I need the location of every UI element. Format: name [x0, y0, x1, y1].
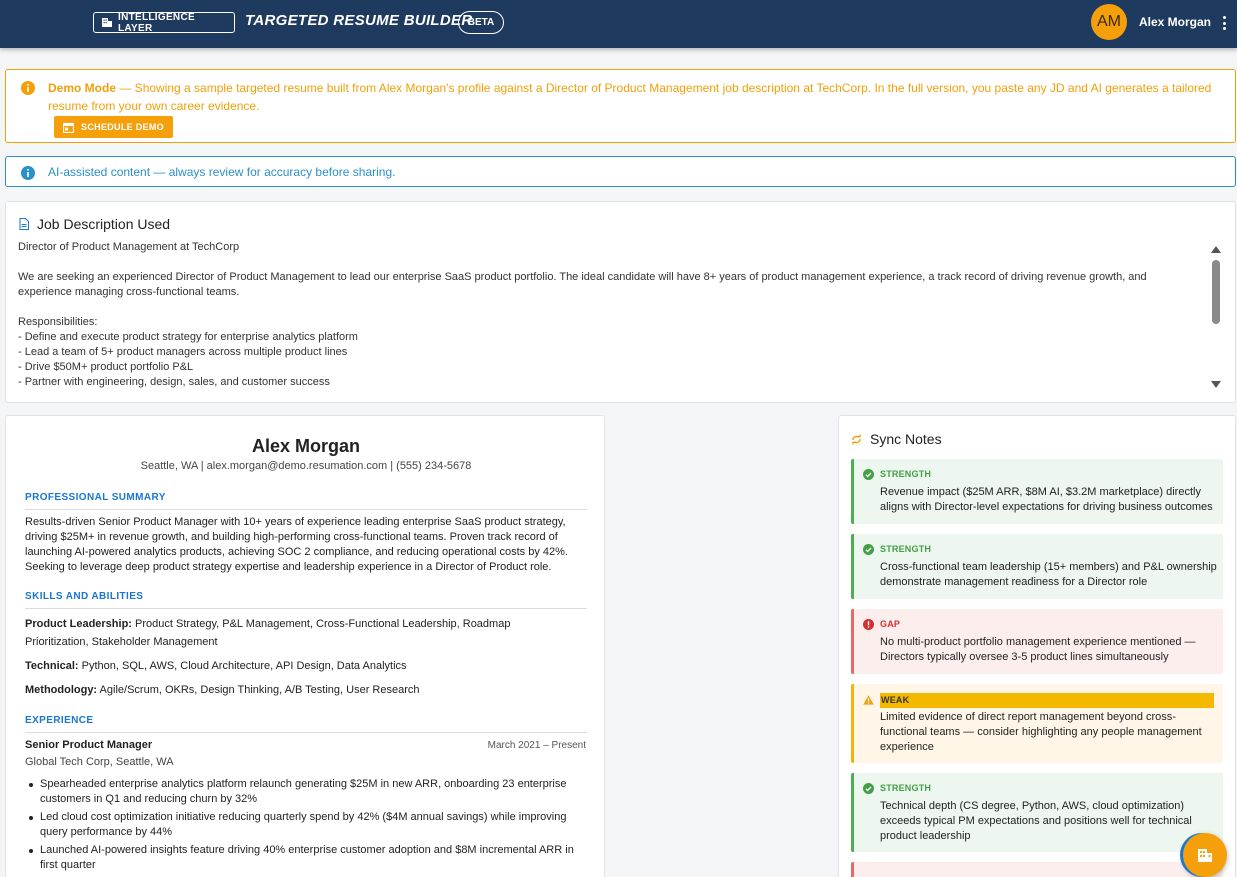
sync-notes-title: Sync Notes — [851, 431, 942, 447]
job-bullet: Led cloud cost optimization initiative r… — [25, 810, 575, 840]
sync-notes-title-text: Sync Notes — [870, 431, 942, 447]
user-name[interactable]: Alex Morgan — [1139, 15, 1211, 29]
job-description-text[interactable]: Director of Product Management at TechCo… — [18, 240, 1203, 390]
ai-assisted-message: AI-assisted content — always review for … — [48, 165, 396, 179]
job-company: Global Tech Corp, Seattle, WA — [25, 756, 174, 768]
sync-note-strength: STRENGTH Cross-functional team leadershi… — [851, 534, 1223, 599]
job-bullet: Launched AI-powered insights feature dri… — [25, 843, 575, 873]
building-icon — [1198, 849, 1212, 862]
skill-row: Technical: Python, SQL, AWS, Cloud Archi… — [25, 657, 570, 675]
section-heading-summary: PROFESSIONAL SUMMARY — [25, 492, 587, 510]
job-bullet-list: Spearheaded enterprise analytics platfor… — [25, 777, 575, 876]
resume-name: Alex Morgan — [251, 436, 361, 456]
sync-note-strength: STRENGTH Revenue impact ($25M ARR, $8M A… — [851, 459, 1223, 524]
check-circle-icon — [863, 469, 874, 480]
jd-responsibility: - Lead a team of 5+ product managers acr… — [18, 346, 348, 358]
info-icon — [21, 81, 35, 95]
jd-responsibilities-label: Responsibilities: — [18, 316, 98, 328]
note-type-label: STRENGTH — [880, 783, 932, 793]
app-title: TARGETED RESUME BUILDER — [245, 12, 473, 29]
intelligence-layer-chip[interactable]: INTELLIGENCE LAYER — [93, 11, 235, 34]
jd-responsibility: - Partner with engineering, design, sale… — [18, 376, 330, 388]
scrollbar-thumb[interactable] — [1212, 260, 1220, 324]
note-type-label: STRENGTH — [880, 469, 932, 479]
jd-responsibility: - Drive $50M+ product portfolio P&L — [18, 361, 194, 373]
demo-mode-body: — Showing a sample targeted resume built… — [48, 81, 1212, 113]
sync-notes-panel: Sync Notes STRENGTH Revenue impact ($25M… — [838, 415, 1236, 877]
job-title: Senior Product Manager — [25, 739, 153, 751]
error-circle-icon — [863, 619, 874, 630]
ai-assisted-banner: AI-assisted content — always review for … — [5, 156, 1236, 187]
skill-row: Methodology: Agile/Scrum, OKRs, Design T… — [25, 681, 570, 699]
building-icon — [102, 18, 112, 27]
job-description-title: Job Description Used — [19, 216, 170, 232]
floating-action-button[interactable] — [1183, 833, 1227, 877]
skill-label: Methodology: — [25, 684, 98, 696]
beta-badge: BETA — [458, 11, 504, 34]
schedule-demo-button[interactable]: SCHEDULE DEMO — [54, 116, 173, 138]
sync-icon — [852, 434, 861, 444]
note-type-label: GAP — [880, 619, 901, 629]
info-icon — [21, 166, 35, 180]
sync-note-gap: GAP No multi-product portfolio managemen… — [851, 609, 1223, 674]
summary-text: Results-driven Senior Product Manager wi… — [25, 516, 568, 573]
demo-mode-message: Demo Mode — Showing a sample targeted re… — [48, 79, 1218, 115]
skill-label: Product Leadership: — [25, 618, 132, 630]
job-description-card: Job Description Used Director of Product… — [5, 201, 1236, 403]
scroll-up-arrow-icon[interactable] — [1211, 246, 1221, 253]
schedule-demo-label: SCHEDULE DEMO — [81, 122, 164, 132]
skill-row: Product Leadership: Product Strategy, P&… — [25, 615, 570, 651]
note-text: No multi-product portfolio management ex… — [880, 636, 1196, 663]
more-options-icon[interactable] — [1219, 14, 1229, 32]
job-bullet: Spearheaded enterprise analytics platfor… — [25, 777, 575, 807]
demo-mode-banner: Demo Mode — Showing a sample targeted re… — [5, 69, 1236, 143]
note-text: Revenue impact ($25M ARR, $8M AI, $3.2M … — [880, 486, 1213, 513]
note-text: Technical depth (CS degree, Python, AWS,… — [880, 800, 1192, 842]
sync-note-strength: STRENGTH Technical depth (CS degree, Pyt… — [851, 773, 1223, 852]
note-text: Cross-functional team leadership (15+ me… — [880, 561, 1217, 588]
note-type-label: STRENGTH — [880, 544, 932, 554]
skill-label: Technical: — [25, 660, 79, 672]
note-type-label: WEAK — [880, 693, 1214, 708]
sync-note-gap — [851, 862, 1223, 877]
sync-note-weak: WEAK Limited evidence of direct report m… — [851, 684, 1223, 763]
note-text: Limited evidence of direct report manage… — [880, 711, 1202, 753]
check-circle-icon — [863, 544, 874, 555]
resume-contact: Seattle, WA | alex.morgan@demo.resumatio… — [140, 460, 472, 472]
job-dates: March 2021 – Present — [487, 740, 586, 751]
demo-mode-title: Demo Mode — [48, 81, 117, 95]
jd-heading-line: Director of Product Management at TechCo… — [18, 241, 240, 253]
avatar[interactable]: AM — [1091, 4, 1127, 40]
jd-scrollbar[interactable] — [1209, 244, 1223, 390]
skill-value: Agile/Scrum, OKRs, Design Thinking, A/B … — [97, 684, 420, 696]
warning-icon — [863, 695, 874, 705]
section-heading-experience: EXPERIENCE — [25, 715, 587, 733]
calendar-icon — [63, 122, 75, 133]
resume-preview: Alex Morgan Seattle, WA | alex.morgan@de… — [5, 415, 605, 877]
section-heading-skills: SKILLS AND ABILITIES — [25, 591, 587, 609]
jd-responsibility: - Define and execute product strategy fo… — [18, 331, 358, 343]
check-circle-icon — [863, 783, 874, 794]
jd-intro: We are seeking an experienced Director o… — [18, 271, 1147, 298]
top-app-bar: INTELLIGENCE LAYER TARGETED RESUME BUILD… — [0, 0, 1237, 48]
skill-value: Python, SQL, AWS, Cloud Architecture, AP… — [78, 660, 407, 672]
brand-label: INTELLIGENCE LAYER — [118, 11, 195, 34]
scroll-down-arrow-icon[interactable] — [1211, 381, 1221, 388]
document-icon — [19, 218, 29, 230]
job-description-title-text: Job Description Used — [37, 216, 171, 232]
